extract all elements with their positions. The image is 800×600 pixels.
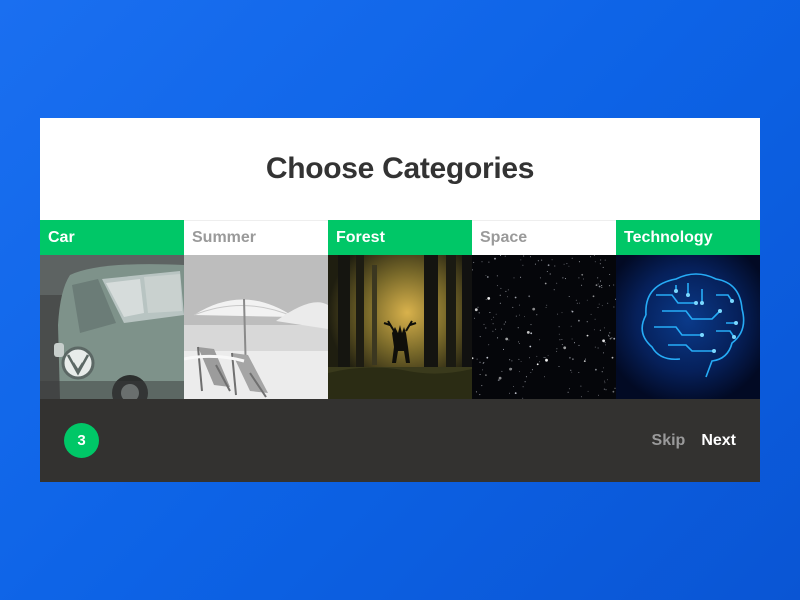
category-car[interactable]: Car [40, 220, 184, 399]
skip-button[interactable]: Skip [652, 432, 686, 450]
card-footer: 3 Skip Next [40, 399, 760, 482]
forest-deer-image [328, 255, 472, 399]
category-grid: Car Summer Forest Space Technology [40, 220, 760, 399]
category-label: Forest [328, 220, 472, 255]
footer-actions: Skip Next [652, 432, 736, 450]
starfield-image [472, 255, 616, 399]
page-title: Choose Categories [265, 152, 535, 185]
category-label: Car [40, 220, 184, 255]
next-button[interactable]: Next [701, 432, 736, 450]
category-label: Summer [184, 220, 328, 255]
vw-van-image [40, 255, 184, 399]
card-header: Choose Categories [40, 118, 760, 220]
category-label: Technology [616, 220, 760, 255]
category-summer[interactable]: Summer [184, 220, 328, 399]
beach-chairs-image [184, 255, 328, 399]
category-technology[interactable]: Technology [616, 220, 760, 399]
selected-count-badge: 3 [64, 423, 99, 458]
category-forest[interactable]: Forest [328, 220, 472, 399]
circuit-brain-image [616, 255, 760, 399]
category-space[interactable]: Space [472, 220, 616, 399]
category-picker-card: Choose Categories Car Summer Forest Spac… [40, 118, 760, 482]
category-label: Space [472, 220, 616, 255]
